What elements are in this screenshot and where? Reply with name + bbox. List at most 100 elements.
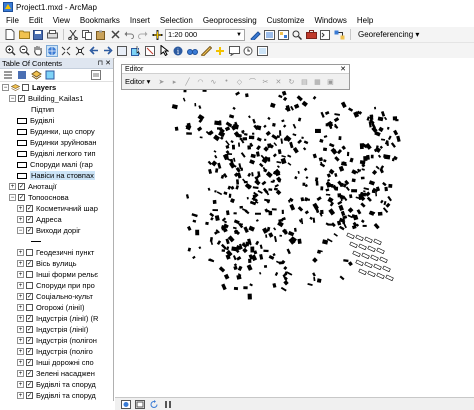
expand-icon[interactable]: + (17, 304, 24, 311)
expand-icon[interactable]: + (17, 260, 24, 267)
layer-visibility-checkbox[interactable] (26, 304, 33, 311)
add-data-icon[interactable] (151, 29, 163, 41)
close-icon[interactable]: ✕ (105, 59, 111, 67)
viewer-window-icon[interactable] (256, 45, 268, 57)
layer-visibility-checkbox[interactable] (26, 282, 33, 289)
select-features-icon[interactable] (130, 45, 142, 57)
list-by-drawing-order-icon[interactable] (2, 69, 14, 81)
python-window-icon[interactable] (319, 29, 331, 41)
menu-view[interactable]: View (53, 16, 70, 25)
table-of-contents-icon[interactable] (263, 29, 275, 41)
toc-layer-row[interactable]: − ✓ Building_Kailas1 (9, 93, 83, 104)
layer-visibility-checkbox[interactable]: ✓ (26, 348, 33, 355)
pan-icon[interactable] (32, 45, 44, 57)
open-folder-icon[interactable] (18, 29, 30, 41)
layer-visibility-checkbox[interactable]: ✓ (26, 315, 33, 322)
toc-legend-row[interactable]: Будівлі легкого тип (17, 148, 96, 159)
save-icon[interactable] (32, 29, 44, 41)
toc-legend-row[interactable]: Підтип (31, 104, 54, 115)
expand-icon[interactable]: + (17, 315, 24, 322)
expand-icon[interactable]: + (17, 216, 24, 223)
trace-icon[interactable]: ∿ (208, 77, 218, 87)
georeferencing-menu[interactable]: Georeferencing ▾ (358, 30, 419, 39)
expand-icon[interactable]: + (17, 359, 24, 366)
toc-layer-row[interactable]: + ✓ Будівлі та споруд (17, 390, 96, 401)
split-icon[interactable]: ✕ (273, 77, 283, 87)
search-window-icon[interactable] (291, 29, 303, 41)
fixed-zoom-in-icon[interactable] (60, 45, 72, 57)
expand-icon[interactable]: + (17, 370, 24, 377)
time-slider-icon[interactable] (242, 45, 254, 57)
pin-icon[interactable]: ⊓ (98, 59, 103, 67)
toc-options-icon[interactable] (90, 69, 102, 81)
paste-icon[interactable] (95, 29, 107, 41)
cut-polygons-icon[interactable]: ✂ (260, 77, 270, 87)
layer-visibility-checkbox[interactable]: ✓ (18, 183, 25, 190)
rotate-icon[interactable]: ↻ (286, 77, 296, 87)
georeferencing-toolbar[interactable]: Georeferencing ▾ (358, 30, 419, 39)
toc-legend-row[interactable]: Будинки, що спору (17, 126, 95, 137)
toc-layer-row[interactable]: + ✓ Індустрія (поліго (17, 346, 93, 357)
edit-tool-icon[interactable]: ➤ (156, 77, 166, 87)
editor-toolbar-icon[interactable] (249, 29, 261, 41)
menu-selection[interactable]: Selection (160, 16, 193, 25)
data-view-icon[interactable] (121, 399, 131, 409)
edit-annotation-icon[interactable]: ▸ (169, 77, 179, 87)
toc-legend-row[interactable]: Будівлі (17, 115, 54, 126)
expand-icon[interactable]: + (9, 183, 16, 190)
attributes-icon[interactable]: ▤ (299, 77, 309, 87)
toc-layer-row[interactable]: + Огорожі (лінії) (17, 302, 85, 313)
straight-segment-icon[interactable]: ╱ (182, 77, 192, 87)
expand-icon[interactable]: + (17, 271, 24, 278)
layer-visibility-checkbox[interactable]: ✓ (26, 370, 33, 377)
legend-swatch[interactable] (17, 161, 27, 168)
sketch-properties-icon[interactable]: ▦ (312, 77, 322, 87)
toc-layer-row[interactable]: − Layers (2, 82, 56, 93)
copy-icon[interactable] (81, 29, 93, 41)
legend-swatch[interactable] (17, 128, 27, 135)
arctoolbox-icon[interactable] (305, 29, 317, 41)
list-by-selection-icon[interactable] (44, 69, 56, 81)
point-icon[interactable]: • (221, 77, 231, 87)
toc-legend-row[interactable]: Будинки зруйнован (17, 137, 97, 148)
close-icon[interactable]: ✕ (340, 65, 346, 73)
layer-visibility-checkbox[interactable] (26, 249, 33, 256)
layer-visibility-checkbox[interactable] (22, 84, 29, 91)
toc-layer-row[interactable]: + ✓ Індустрія (полігон (17, 335, 97, 346)
toc-layer-row[interactable]: + ✓ Соціально-культ (17, 291, 93, 302)
editor-menu[interactable]: Editor ▾ (125, 77, 150, 86)
undo-icon[interactable] (123, 29, 135, 41)
menu-file[interactable]: File (6, 16, 19, 25)
expand-icon[interactable]: + (17, 282, 24, 289)
toc-layer-row[interactable]: + ✓ Зелені насаджен (17, 368, 95, 379)
select-elements-icon[interactable] (158, 45, 170, 57)
toc-layer-row[interactable]: + ✓ Вісь вулиць (17, 258, 77, 269)
edit-vertices-icon[interactable]: ◇ (234, 77, 244, 87)
toc-legend-row[interactable]: Навіси на стовпах (17, 170, 95, 181)
menu-windows[interactable]: Windows (314, 16, 346, 25)
clear-selection-icon[interactable] (144, 45, 156, 57)
layer-visibility-checkbox[interactable]: ✓ (26, 337, 33, 344)
toc-legend-row[interactable]: Споруди малі (гар (17, 159, 93, 170)
back-extent-icon[interactable] (88, 45, 100, 57)
layer-visibility-checkbox[interactable] (26, 271, 33, 278)
collapse-icon[interactable]: − (9, 95, 16, 102)
zoom-in-icon[interactable] (4, 45, 16, 57)
layer-visibility-checkbox[interactable]: ✓ (26, 260, 33, 267)
layer-visibility-checkbox[interactable]: ✓ (26, 293, 33, 300)
layer-visibility-checkbox[interactable]: ✓ (18, 194, 25, 201)
layout-view-icon[interactable] (135, 399, 145, 409)
menu-bookmarks[interactable]: Bookmarks (80, 16, 120, 25)
expand-icon[interactable]: + (17, 205, 24, 212)
layer-visibility-checkbox[interactable]: ✓ (26, 216, 33, 223)
toc-layer-row[interactable]: + ✓ Адреса (17, 214, 62, 225)
new-document-icon[interactable] (4, 29, 16, 41)
toc-layer-row[interactable]: + ✓ Інші дорожні спо (17, 357, 94, 368)
find-icon[interactable] (186, 45, 198, 57)
legend-swatch[interactable] (17, 172, 27, 179)
measure-icon[interactable] (200, 45, 212, 57)
editor-toolbar-titlebar[interactable]: Editor ✕ (122, 65, 349, 74)
html-popup-icon[interactable] (228, 45, 240, 57)
map-display[interactable] (115, 58, 474, 397)
layer-visibility-checkbox[interactable]: ✓ (26, 392, 33, 399)
